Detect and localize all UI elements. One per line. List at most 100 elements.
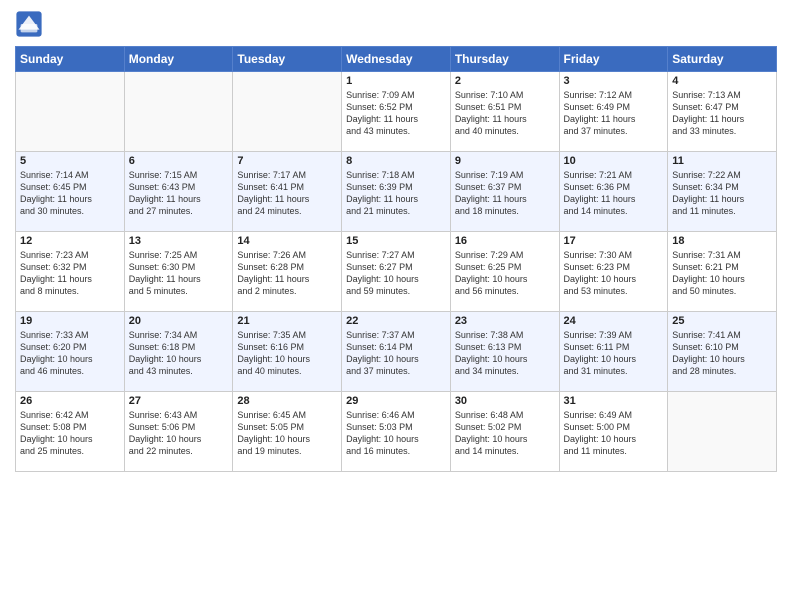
calendar-cell: 7 Sunrise: 7:17 AM Sunset: 6:41 PM Daylig… [233,152,342,232]
day-number: 1 [346,75,446,87]
calendar-cell: 9 Sunrise: 7:19 AM Sunset: 6:37 PM Daylig… [450,152,559,232]
day-info: Sunrise: 7:17 AM Sunset: 6:41 PM Dayligh… [237,169,337,218]
day-number: 29 [346,395,446,407]
day-number: 26 [20,395,120,407]
calendar-cell: 8 Sunrise: 7:18 AM Sunset: 6:39 PM Daylig… [342,152,451,232]
calendar-cell [233,72,342,152]
calendar-cell: 13 Sunrise: 7:25 AM Sunset: 6:30 PM Dayli… [124,232,233,312]
calendar-cell [668,392,777,472]
calendar-cell: 3Sunrise: 7:12 AM Sunset: 6:49 PM Daylig… [559,72,668,152]
calendar-cell: 5 Sunrise: 7:14 AM Sunset: 6:45 PM Daylig… [16,152,125,232]
day-info: Sunrise: 7:37 AM Sunset: 6:14 PM Dayligh… [346,329,446,378]
day-number: 17 [564,235,664,247]
day-number: 18 [672,235,772,247]
weekday-header-row: SundayMondayTuesdayWednesdayThursdayFrid… [16,47,777,72]
day-info: Sunrise: 7:19 AM Sunset: 6:37 PM Dayligh… [455,169,555,218]
day-number: 23 [455,315,555,327]
day-info: Sunrise: 7:26 AM Sunset: 6:28 PM Dayligh… [237,249,337,298]
day-info: Sunrise: 6:45 AM Sunset: 5:05 PM Dayligh… [237,409,337,458]
day-info: Sunrise: 6:42 AM Sunset: 5:08 PM Dayligh… [20,409,120,458]
day-info: Sunrise: 6:48 AM Sunset: 5:02 PM Dayligh… [455,409,555,458]
day-info: Sunrise: 7:30 AM Sunset: 6:23 PM Dayligh… [564,249,664,298]
day-info: Sunrise: 7:09 AM Sunset: 6:52 PM Dayligh… [346,89,446,138]
day-info: Sunrise: 6:46 AM Sunset: 5:03 PM Dayligh… [346,409,446,458]
day-info: Sunrise: 7:10 AM Sunset: 6:51 PM Dayligh… [455,89,555,138]
calendar-cell: 18Sunrise: 7:31 AM Sunset: 6:21 PM Dayli… [668,232,777,312]
calendar-cell: 19 Sunrise: 7:33 AM Sunset: 6:20 PM Dayli… [16,312,125,392]
calendar-cell: 24 Sunrise: 7:39 AM Sunset: 6:11 PM Dayli… [559,312,668,392]
day-info: Sunrise: 7:39 AM Sunset: 6:11 PM Dayligh… [564,329,664,378]
calendar-cell: 28 Sunrise: 6:45 AM Sunset: 5:05 PM Dayli… [233,392,342,472]
day-number: 5 [20,155,120,167]
day-number: 27 [129,395,229,407]
day-number: 16 [455,235,555,247]
day-number: 14 [237,235,337,247]
day-info: Sunrise: 6:43 AM Sunset: 5:06 PM Dayligh… [129,409,229,458]
day-number: 7 [237,155,337,167]
day-number: 30 [455,395,555,407]
day-info: Sunrise: 7:13 AM Sunset: 6:47 PM Dayligh… [672,89,772,138]
week-row-5: 26 Sunrise: 6:42 AM Sunset: 5:08 PM Dayli… [16,392,777,472]
calendar-cell: 14 Sunrise: 7:26 AM Sunset: 6:28 PM Dayli… [233,232,342,312]
calendar-cell: 30 Sunrise: 6:48 AM Sunset: 5:02 PM Dayli… [450,392,559,472]
weekday-header-wednesday: Wednesday [342,47,451,72]
day-info: Sunrise: 7:21 AM Sunset: 6:36 PM Dayligh… [564,169,664,218]
calendar-cell: 15 Sunrise: 7:27 AM Sunset: 6:27 PM Dayli… [342,232,451,312]
day-info: Sunrise: 7:35 AM Sunset: 6:16 PM Dayligh… [237,329,337,378]
day-info: Sunrise: 7:34 AM Sunset: 6:18 PM Dayligh… [129,329,229,378]
day-info: Sunrise: 6:49 AM Sunset: 5:00 PM Dayligh… [564,409,664,458]
calendar-cell: 20 Sunrise: 7:34 AM Sunset: 6:18 PM Dayli… [124,312,233,392]
page: SundayMondayTuesdayWednesdayThursdayFrid… [0,0,792,487]
day-number: 4 [672,75,772,87]
day-number: 15 [346,235,446,247]
day-info: Sunrise: 7:33 AM Sunset: 6:20 PM Dayligh… [20,329,120,378]
day-info: Sunrise: 7:14 AM Sunset: 6:45 PM Dayligh… [20,169,120,218]
calendar-cell: 10Sunrise: 7:21 AM Sunset: 6:36 PM Dayli… [559,152,668,232]
day-number: 22 [346,315,446,327]
calendar-cell: 25 Sunrise: 7:41 AM Sunset: 6:10 PM Dayli… [668,312,777,392]
day-number: 8 [346,155,446,167]
calendar-cell: 6 Sunrise: 7:15 AM Sunset: 6:43 PM Daylig… [124,152,233,232]
calendar-cell: 31Sunrise: 6:49 AM Sunset: 5:00 PM Dayli… [559,392,668,472]
day-number: 20 [129,315,229,327]
day-number: 24 [564,315,664,327]
day-number: 2 [455,75,555,87]
calendar-cell: 17 Sunrise: 7:30 AM Sunset: 6:23 PM Dayli… [559,232,668,312]
weekday-header-friday: Friday [559,47,668,72]
week-row-4: 19 Sunrise: 7:33 AM Sunset: 6:20 PM Dayli… [16,312,777,392]
day-info: Sunrise: 7:18 AM Sunset: 6:39 PM Dayligh… [346,169,446,218]
day-info: Sunrise: 7:27 AM Sunset: 6:27 PM Dayligh… [346,249,446,298]
calendar-cell: 21 Sunrise: 7:35 AM Sunset: 6:16 PM Dayli… [233,312,342,392]
weekday-header-thursday: Thursday [450,47,559,72]
calendar-cell: 29 Sunrise: 6:46 AM Sunset: 5:03 PM Dayli… [342,392,451,472]
calendar-cell: 1 Sunrise: 7:09 AM Sunset: 6:52 PM Daylig… [342,72,451,152]
day-number: 21 [237,315,337,327]
calendar-cell: 12Sunrise: 7:23 AM Sunset: 6:32 PM Dayli… [16,232,125,312]
day-info: Sunrise: 7:41 AM Sunset: 6:10 PM Dayligh… [672,329,772,378]
day-number: 19 [20,315,120,327]
calendar-table: SundayMondayTuesdayWednesdayThursdayFrid… [15,46,777,472]
week-row-3: 12Sunrise: 7:23 AM Sunset: 6:32 PM Dayli… [16,232,777,312]
day-number: 11 [672,155,772,167]
day-number: 25 [672,315,772,327]
day-info: Sunrise: 7:22 AM Sunset: 6:34 PM Dayligh… [672,169,772,218]
calendar-cell: 16Sunrise: 7:29 AM Sunset: 6:25 PM Dayli… [450,232,559,312]
calendar-cell: 27 Sunrise: 6:43 AM Sunset: 5:06 PM Dayli… [124,392,233,472]
day-info: Sunrise: 7:15 AM Sunset: 6:43 PM Dayligh… [129,169,229,218]
weekday-header-saturday: Saturday [668,47,777,72]
logo [15,10,47,38]
calendar-cell: 26 Sunrise: 6:42 AM Sunset: 5:08 PM Dayli… [16,392,125,472]
day-number: 6 [129,155,229,167]
day-number: 9 [455,155,555,167]
weekday-header-tuesday: Tuesday [233,47,342,72]
week-row-1: 1 Sunrise: 7:09 AM Sunset: 6:52 PM Daylig… [16,72,777,152]
week-row-2: 5 Sunrise: 7:14 AM Sunset: 6:45 PM Daylig… [16,152,777,232]
day-info: Sunrise: 7:12 AM Sunset: 6:49 PM Dayligh… [564,89,664,138]
weekday-header-monday: Monday [124,47,233,72]
day-info: Sunrise: 7:25 AM Sunset: 6:30 PM Dayligh… [129,249,229,298]
weekday-header-sunday: Sunday [16,47,125,72]
day-number: 28 [237,395,337,407]
day-number: 13 [129,235,229,247]
calendar-cell [124,72,233,152]
calendar-cell: 22 Sunrise: 7:37 AM Sunset: 6:14 PM Dayli… [342,312,451,392]
